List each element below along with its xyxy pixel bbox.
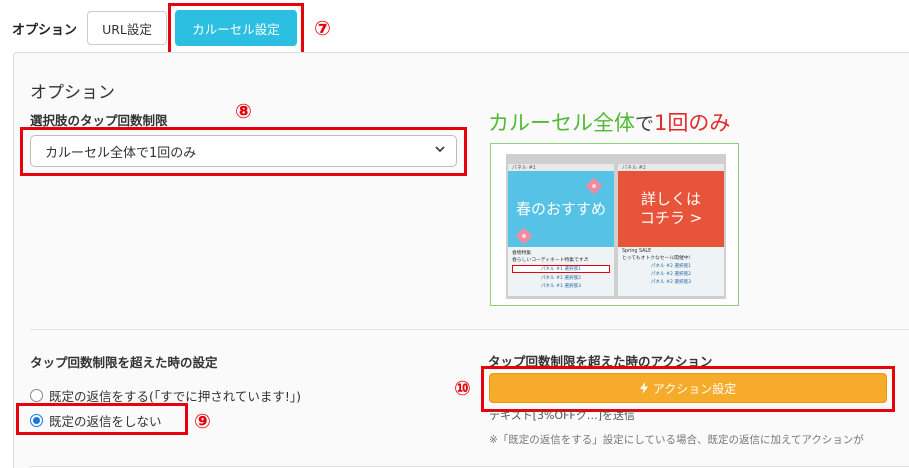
section-divider xyxy=(30,329,909,330)
tab-carousel-settings[interactable]: カルーセル設定 xyxy=(175,10,297,46)
card-option: パネル #1 選択肢2 xyxy=(540,276,582,281)
card-description: 春らしいコーディネート特集です♬ xyxy=(512,258,588,263)
carousel-card-2: パネル #2 詳しくは コチラ > Spring SALE とってもオトクなセー… xyxy=(618,164,724,296)
card-image-text: 詳しくは コチラ > xyxy=(639,190,703,227)
flower-icon xyxy=(586,178,602,194)
card-title: 春物特集 xyxy=(512,251,532,256)
bottom-divider xyxy=(30,466,909,467)
flower-icon xyxy=(516,228,532,244)
options-label: オプション xyxy=(12,23,78,38)
action-settings-button[interactable]: アクション設定 xyxy=(489,373,887,403)
tap-limit-select-value: カルーセル全体で1回のみ xyxy=(45,145,197,161)
card-option: パネル #2 選択肢1 xyxy=(650,264,692,269)
marker-7: ⑦ xyxy=(314,16,331,40)
card-header: パネル #1 xyxy=(508,164,614,171)
marker-9: ⑨ xyxy=(194,409,211,433)
marker-8: ⑧ xyxy=(235,99,252,123)
card-option: パネル #1 選択肢3 xyxy=(540,284,582,289)
radio-label: 既定の返信をしない xyxy=(49,414,162,429)
card-option: パネル #1 選択肢1 xyxy=(512,265,610,273)
card-body: 春物特集 春らしいコーディネート特集です♬ パネル #1 選択肢1 パネル #1… xyxy=(508,247,614,296)
carousel-preview-image: パネル #1 春のおすすめ 春物特集 春らしいコーディネート特集です♬ パネル … xyxy=(490,143,739,306)
card-option: パネル #2 選択肢3 xyxy=(650,280,692,285)
over-limit-label: タップ回数制限を超えた時の設定 xyxy=(30,355,218,370)
card-image: 詳しくは コチラ > xyxy=(618,171,724,247)
heading-part-1: カルーセル全体 xyxy=(488,111,635,135)
action-note: ※「既定の返信をする」設定にしている場合、既定の返信に加えてアクションが xyxy=(489,434,864,446)
card-header: パネル #2 xyxy=(618,164,724,171)
action-summary-text: テキスト[3%OFFク…]を送信 xyxy=(489,409,636,422)
lightning-icon xyxy=(639,382,648,394)
card-description: とってもオトクなセール開催中！ xyxy=(622,256,694,261)
tap-limit-select[interactable]: カルーセル全体で1回のみ xyxy=(30,135,457,167)
panel-title: オプション xyxy=(30,83,115,103)
radio-button-selected[interactable] xyxy=(30,414,43,427)
card-image-text: 春のおすすめ xyxy=(515,199,606,218)
chevron-down-icon xyxy=(434,143,446,158)
carousel-preview-frame: パネル #1 春のおすすめ 春物特集 春らしいコーディネート特集です♬ パネル … xyxy=(506,154,726,299)
tab-url-settings[interactable]: URL設定 xyxy=(87,11,167,45)
action-settings-label: アクション設定 xyxy=(652,381,737,396)
card-option: パネル #2 選択肢2 xyxy=(650,272,692,277)
carousel-preview-heading: カルーセル全体で1回のみ xyxy=(488,107,730,137)
carousel-card-1: パネル #1 春のおすすめ 春物特集 春らしいコーディネート特集です♬ パネル … xyxy=(508,164,614,296)
card-body: Spring SALE とってもオトクなセール開催中！ パネル #2 選択肢1 … xyxy=(618,247,724,296)
radio-button[interactable] xyxy=(30,389,43,402)
marker-10: ⑩ xyxy=(454,376,471,400)
radio-no-default-reply[interactable]: 既定の返信をしない xyxy=(30,411,162,430)
heading-part-2: で xyxy=(635,113,655,135)
heading-part-3: 1回のみ xyxy=(654,111,731,135)
